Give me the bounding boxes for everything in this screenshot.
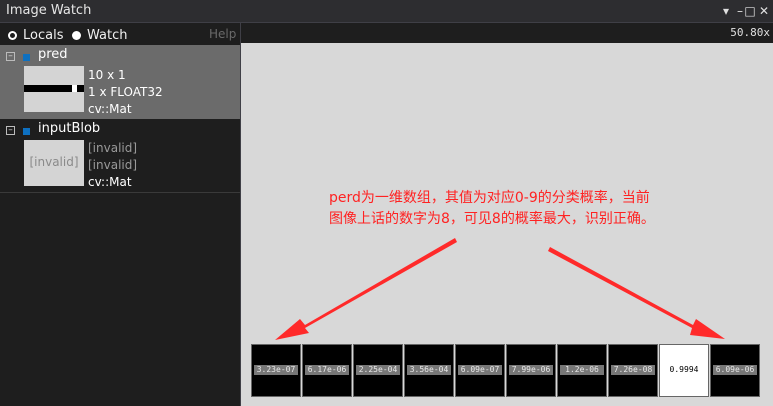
divider	[0, 192, 240, 193]
variable-details: 10 x 1 1 x FLOAT32 cv::Mat	[88, 67, 163, 118]
watch-label: Watch	[87, 27, 128, 43]
pixel-value: 3.56e-04	[407, 365, 451, 375]
pixel-cell[interactable]: 6.09e-06	[710, 344, 760, 397]
pixel-value: 3.23e-07	[254, 365, 298, 375]
pixel-cell[interactable]: 0.9994	[659, 344, 709, 397]
pixel-value: 6.09e-06	[713, 365, 757, 375]
variable-details: [invalid] [invalid] cv::Mat	[88, 140, 137, 191]
pixel-cell[interactable]: 6.17e-06	[302, 344, 352, 397]
pixel-cell[interactable]: 7.26e-08	[608, 344, 658, 397]
variable-name: inputBlob	[38, 121, 101, 136]
pixel-value: 2.25e-04	[356, 365, 400, 375]
window-title: Image Watch	[6, 3, 92, 18]
close-icon[interactable]: ✕	[756, 2, 772, 20]
type-text: 1 x FLOAT32	[88, 85, 163, 99]
pixel-value: 6.17e-06	[305, 365, 349, 375]
pixel-value: 7.99e-06	[509, 365, 553, 375]
locals-radio[interactable]: Locals	[8, 26, 63, 44]
pixel-cell[interactable]: 2.25e-04	[353, 344, 403, 397]
thumbnail-max-pixel	[72, 85, 77, 92]
dims-text: [invalid]	[88, 141, 138, 155]
list-item-inputblob[interactable]: – inputBlob [invalid] [invalid] [invalid…	[0, 119, 240, 193]
pixel-cell[interactable]: 3.56e-04	[404, 344, 454, 397]
pixel-value: 1.2e-06	[560, 365, 604, 375]
collapse-toggle-icon[interactable]: –	[6, 52, 15, 61]
variable-icon	[23, 54, 30, 61]
pixel-cell[interactable]: 7.99e-06	[506, 344, 556, 397]
dims-text: 10 x 1	[88, 68, 126, 82]
list-item-pred[interactable]: – pred 10 x 1 1 x FLOAT32 cv::Mat	[0, 45, 240, 119]
radio-unchecked-icon	[72, 30, 81, 40]
zoom-level: 50.80x	[730, 26, 770, 39]
type-text: [invalid]	[88, 158, 138, 172]
pixel-values-strip: 3.23e-07 6.17e-06 2.25e-04 3.56e-04 6.09e-07…	[251, 344, 761, 397]
image-thumbnail[interactable]: [invalid]	[24, 140, 84, 186]
radio-checked-icon	[8, 30, 17, 40]
pixel-cell[interactable]: 1.2e-06	[557, 344, 607, 397]
title-bar: Image Watch ▾ – □ ✕	[0, 0, 773, 23]
variable-icon	[23, 128, 30, 135]
image-viewer-canvas[interactable]: perd为一维数组，其值为对应0-9的分类概率，当前 图像上话的数字为8，可见8…	[241, 43, 773, 406]
image-thumbnail[interactable]	[24, 66, 84, 112]
pixel-value: 7.26e-08	[611, 365, 655, 375]
watch-list-pane: Locals Watch Help – pred 10 x 1 1 x FLOA…	[0, 23, 241, 406]
pixel-value: 6.09e-07	[458, 365, 502, 375]
pixel-value: 0.9994	[662, 365, 706, 375]
class-text: cv::Mat	[88, 102, 132, 116]
variable-name: pred	[38, 47, 68, 62]
watch-radio[interactable]: Watch	[72, 26, 127, 44]
arrow-left-icon	[275, 238, 457, 340]
help-link[interactable]: Help	[209, 27, 236, 41]
locals-label: Locals	[23, 27, 64, 43]
pixel-cell[interactable]: 6.09e-07	[455, 344, 505, 397]
pixel-cell[interactable]: 3.23e-07	[251, 344, 301, 397]
collapse-toggle-icon[interactable]: –	[6, 126, 15, 135]
viewer-toolbar: 50.80x	[241, 23, 773, 43]
arrow-right-icon	[548, 247, 725, 339]
class-text: cv::Mat	[88, 175, 132, 189]
thumbnail-text: [invalid]	[29, 155, 79, 169]
